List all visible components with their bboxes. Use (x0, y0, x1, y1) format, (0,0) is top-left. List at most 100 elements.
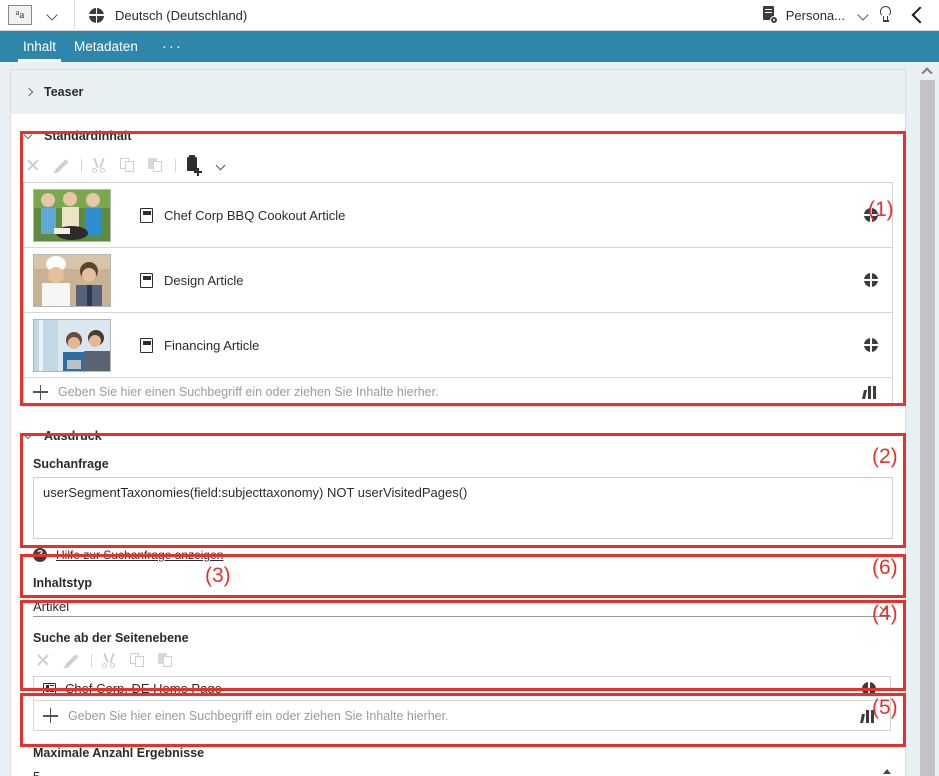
list-item[interactable]: Financing Article (24, 313, 892, 378)
plus-icon[interactable] (33, 385, 48, 400)
list-item-right (864, 208, 878, 222)
content-type-label: Inhaltstyp (33, 576, 891, 590)
tab-overflow-button[interactable]: ··· (153, 31, 192, 62)
content-list-toolbar (11, 152, 905, 178)
list-item-label: Chef Corp. DE Home Page (65, 681, 222, 696)
scissors-icon[interactable] (99, 650, 121, 670)
list-item-label: Chef Corp BBQ Cookout Article (164, 208, 345, 223)
chevron-up-icon (923, 66, 932, 75)
page-scope-list: Chef Corp. DE Home Page Geben Sie hier e… (33, 676, 891, 731)
language-letters-icon[interactable]: aa (8, 5, 32, 25)
max-results-label: Maximale Anzahl Ergebnisse (33, 746, 891, 760)
persona-label[interactable]: Persona... (786, 8, 845, 23)
max-results-value: 5 (33, 769, 40, 776)
toolbar-divider (81, 159, 82, 172)
tab-inhalt[interactable]: Inhalt (14, 31, 65, 62)
tab-bar: Inhalt Metadaten ··· (0, 31, 939, 62)
chevron-down-icon[interactable] (22, 429, 36, 443)
content-search-input[interactable]: Geben Sie hier einen Suchbegriff ein ode… (58, 385, 439, 399)
thumb-art-1 (34, 190, 110, 241)
page-scope-toolbar (33, 647, 891, 673)
page-scope-search-input[interactable]: Geben Sie hier einen Suchbegriff ein ode… (68, 709, 449, 723)
article-document-icon (140, 273, 153, 288)
pencil-icon[interactable] (61, 650, 83, 670)
article-document-icon (140, 208, 153, 223)
language-label: Deutsch (Deutschland) (115, 8, 247, 23)
content-search-row[interactable]: Geben Sie hier einen Suchbegriff ein ode… (24, 378, 892, 407)
persona-icon-line1 (765, 9, 772, 10)
article-document-icon (140, 338, 153, 353)
page-left-col (46, 685, 49, 692)
lightbulb-base (883, 20, 889, 22)
paste-new-doc (187, 157, 197, 171)
paste-new-icon[interactable] (183, 155, 205, 175)
paste-icon[interactable] (155, 650, 177, 670)
top-header-bar: aa Deutsch (Deutschland) Persona... (0, 0, 939, 31)
library-browse-icon[interactable] (863, 385, 878, 399)
scissors-icon[interactable] (89, 155, 111, 175)
list-item[interactable]: Design Article (24, 248, 892, 313)
doc-bar (143, 276, 151, 280)
lightbulb-icon[interactable] (877, 5, 895, 25)
chevron-down-icon[interactable] (46, 8, 60, 22)
list-item-label: Design Article (164, 273, 243, 288)
chevron-down-icon[interactable] (879, 602, 891, 614)
chevron-left-icon[interactable] (907, 4, 929, 26)
list-item[interactable]: Chef Corp BBQ Cookout Article (24, 183, 892, 248)
persona-icon-line2 (765, 12, 772, 13)
form-panel: Teaser Standardinhalt (10, 69, 906, 776)
query-help-row[interactable]: ? Hilfe zur Suchanfrage anzeigen (33, 548, 893, 562)
query-input[interactable]: userSegmentTaxonomies(field:subjecttaxon… (33, 477, 893, 539)
financing-meeting-photo (33, 319, 111, 372)
max-results-group: Maximale Anzahl Ergebnisse 5 (33, 746, 891, 776)
content-type-select[interactable]: Artikel (33, 595, 891, 617)
globe-icon[interactable] (864, 273, 878, 287)
page-line-2 (50, 688, 54, 689)
page-line-3 (50, 691, 54, 692)
list-item-label: Financing Article (164, 338, 259, 353)
language-letters-glyph2: a (19, 10, 24, 21)
delete-icon[interactable] (23, 155, 45, 175)
tab-metadaten[interactable]: Metadaten (65, 31, 147, 62)
section-teaser[interactable]: Teaser (11, 70, 905, 114)
copy-icon[interactable] (117, 155, 139, 175)
content-list: Chef Corp BBQ Cookout Article (23, 182, 893, 407)
bbq-cookout-photo (33, 189, 111, 242)
globe-icon[interactable] (864, 208, 878, 222)
doc-bar (143, 211, 151, 215)
max-results-input[interactable]: 5 (33, 765, 891, 776)
copy-icon[interactable] (127, 650, 149, 670)
section-teaser-title: Teaser (44, 85, 83, 99)
scrollbar-thumb[interactable] (920, 80, 935, 776)
content-area: Teaser Standardinhalt (0, 62, 939, 776)
delete-icon[interactable] (33, 650, 55, 670)
persona-chevron-down-icon[interactable] (857, 8, 871, 22)
number-stepper[interactable] (881, 768, 891, 776)
globe-icon[interactable] (862, 682, 876, 696)
library-browse-icon[interactable] (861, 709, 876, 723)
page-scope-label: Suche ab der Seitenebene (33, 631, 891, 645)
section-ausdruck[interactable]: Ausdruck (11, 423, 905, 449)
scissors-ring-left (102, 663, 107, 668)
vertical-scrollbar[interactable] (915, 62, 939, 776)
chevron-right-icon[interactable] (22, 85, 36, 99)
content-type-value: Artikel (33, 599, 69, 614)
query-help-link[interactable]: Hilfe zur Suchanfrage anzeigen (56, 548, 223, 562)
stepper-up-icon[interactable] (883, 769, 891, 774)
query-field-group: Suchanfrage userSegmentTaxonomies(field:… (33, 457, 893, 562)
pencil-icon[interactable] (51, 155, 73, 175)
plus-icon[interactable] (43, 708, 58, 723)
scissors-ring-right (100, 168, 105, 173)
chevron-down-icon[interactable] (22, 129, 36, 143)
toolbar-divider-2 (175, 159, 176, 172)
chef-design-photo (33, 254, 111, 307)
globe-icon[interactable] (864, 338, 878, 352)
paste-icon[interactable] (145, 155, 167, 175)
toolbar-chevron-down-icon[interactable] (213, 155, 229, 175)
page-scope-search-row[interactable]: Geben Sie hier einen Suchbegriff ein ode… (34, 701, 890, 730)
list-item[interactable]: Chef Corp. DE Home Page (34, 677, 890, 701)
persona-settings-icon[interactable] (762, 6, 778, 24)
section-standardinhalt[interactable]: Standardinhalt (11, 123, 905, 149)
paste-new-plus-v (197, 168, 199, 176)
scroll-up-button[interactable] (915, 62, 939, 78)
